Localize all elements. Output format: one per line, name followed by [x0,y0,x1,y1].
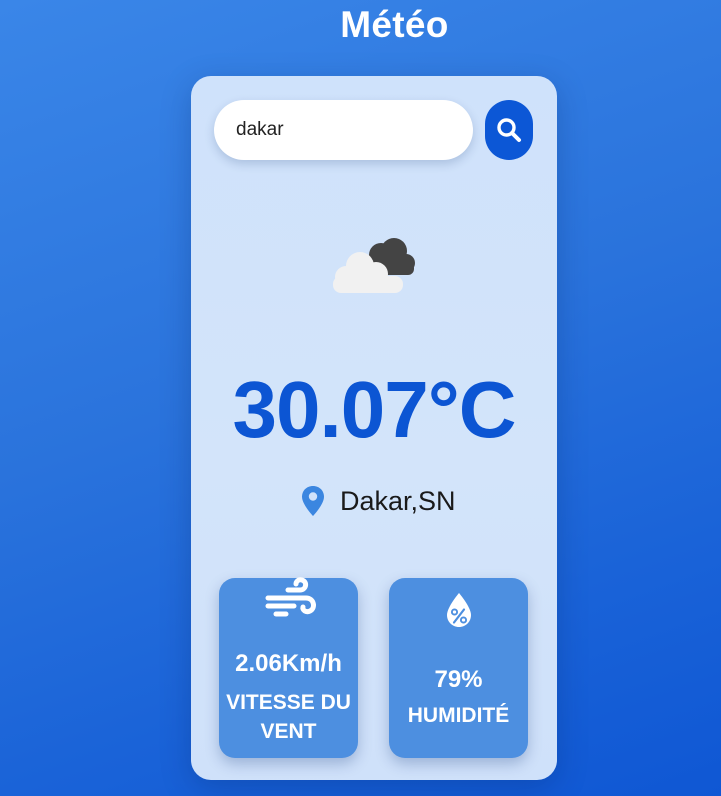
wind-icon [265,577,316,617]
temperature-value: 30.07°C [232,365,517,454]
location: Dakar,SN [301,481,456,521]
search-button[interactable] [485,100,533,160]
page-title: Météo [340,4,449,45]
map-pin-icon [302,486,324,516]
wind-speed-box: 2.06Km/h VITESSE DU VENT [219,577,358,758]
humidity-box: 79% HUMIDITÉ [389,578,528,758]
search-input[interactable] [214,100,473,160]
humidity-value: 79% [434,666,483,693]
search-icon [497,118,521,142]
wind-speed-value: 2.06Km/h [235,650,342,677]
location-label: Dakar,SN [340,485,456,516]
weather-card: 30.07°C Dakar,SN 2.06Km/h VITESSE DU VEN… [191,76,557,780]
wind-speed-label: VITESSE DU VENT [226,691,351,743]
humidity-label: HUMIDITÉ [407,704,510,727]
cloudy-icon [333,238,415,293]
humidity-icon [446,593,471,627]
